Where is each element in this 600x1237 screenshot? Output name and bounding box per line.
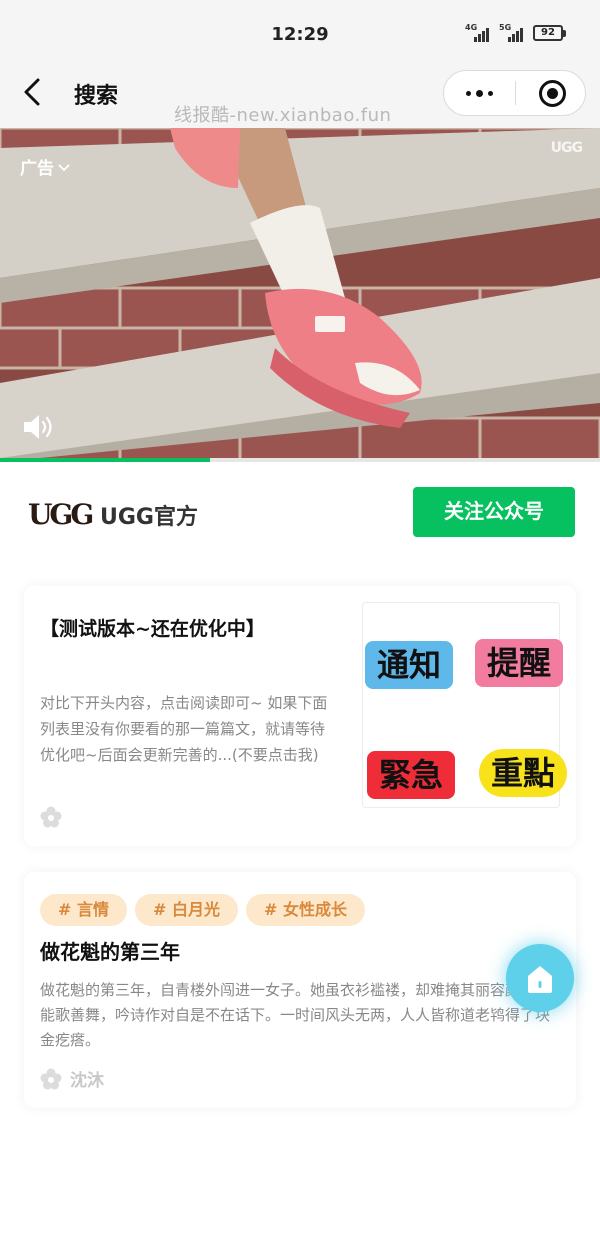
speaker-icon — [24, 415, 52, 439]
thumb-word-1: 通知 — [365, 641, 453, 689]
mini-program-capsule — [443, 70, 586, 116]
back-arrow-icon — [24, 78, 40, 106]
ad-video[interactable]: 广告 UGG — [0, 128, 600, 462]
watermark-text: 线报酷-new.xianbao.fun — [174, 105, 392, 126]
article-title: 做花魁的第三年 — [40, 940, 180, 964]
author-row: 沈沐 — [40, 1066, 104, 1091]
status-indicators: 4G 5G 92 — [465, 23, 566, 42]
ad-brand-mark: UGG — [550, 140, 583, 156]
ad-video-image — [0, 128, 600, 462]
thumb-word-3: 緊急 — [367, 751, 455, 799]
page-title: 搜索 — [74, 84, 119, 109]
sound-toggle-button[interactable] — [22, 412, 56, 442]
tag-chip[interactable]: # 言情 — [40, 894, 127, 926]
nav-bar: 搜索 线报酷-new.xianbao.fun — [0, 70, 600, 128]
article-author: 沈沐 — [70, 1071, 104, 1091]
home-icon — [528, 966, 552, 993]
status-bar: 12:29 4G 5G 92 — [0, 0, 600, 70]
tag-chip[interactable]: # 白月光 — [134, 894, 238, 926]
flower-icon — [40, 806, 62, 828]
thumb-word-2: 提醒 — [475, 639, 563, 687]
floating-home-button[interactable] — [506, 944, 574, 1012]
back-button[interactable] — [18, 76, 50, 108]
tag-list: # 言情 # 白月光 # 女性成长 — [40, 894, 365, 926]
article-summary: 对比下开头内容，点击阅读即可~ 如果下面列表里没有你要看的那一篇篇文，就请等待优… — [40, 694, 328, 764]
battery-icon: 92 — [533, 25, 566, 41]
tag-chip[interactable]: # 女性成长 — [245, 894, 365, 926]
signal-5g-icon: 5G — [499, 23, 525, 42]
article-card[interactable]: 【测试版本~还在优化中】 对比下开头内容，点击阅读即可~ 如果下面列表里没有你要… — [24, 586, 576, 846]
article-summary: 做花魁的第三年，自青楼外闯进一女子。她虽衣衫褴褛，却难掩其丽容颜。且能歌善舞，吟… — [40, 981, 551, 1049]
account-name[interactable]: UGG官方 — [100, 499, 198, 531]
ad-label-dropdown[interactable]: 广告 — [20, 154, 70, 179]
thumb-word-4: 重點 — [479, 749, 567, 797]
account-row: UGG UGG官方 关注公众号 — [0, 462, 600, 566]
close-target-icon — [539, 80, 566, 107]
more-dots-icon — [466, 90, 471, 96]
flower-icon — [40, 1068, 62, 1089]
follow-button[interactable]: 关注公众号 — [413, 487, 575, 537]
ad-label-text: 广告 — [20, 159, 54, 179]
chevron-down-icon — [58, 163, 70, 171]
article-card[interactable]: # 言情 # 白月光 # 女性成长 做花魁的第三年 做花魁的第三年，自青楼外闯进… — [24, 872, 576, 1108]
more-button[interactable] — [444, 71, 515, 115]
signal-4g-icon: 4G — [465, 23, 491, 42]
close-button[interactable] — [516, 71, 586, 115]
article-thumbnail: 通知 提醒 緊急 重點 — [362, 602, 567, 808]
brand-logo: UGG — [28, 498, 94, 531]
article-title: 【测试版本~还在优化中】 — [40, 618, 265, 640]
battery-level: 92 — [533, 25, 563, 41]
